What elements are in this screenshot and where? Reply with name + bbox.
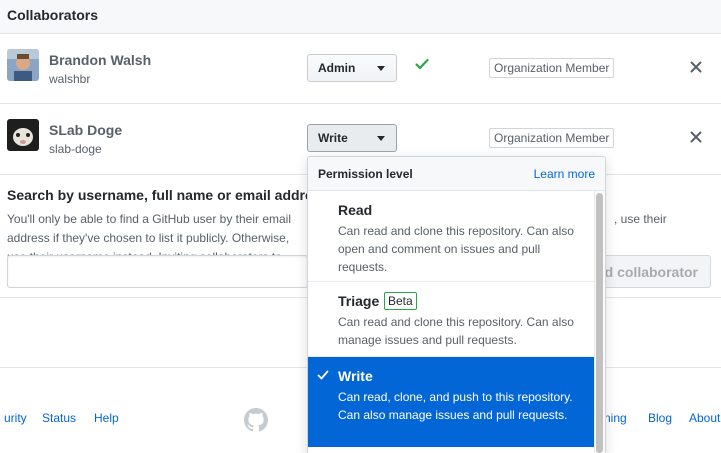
caret-down-icon (377, 66, 385, 71)
permission-select[interactable]: Write (307, 124, 397, 152)
menu-title: Permission level (318, 167, 413, 181)
remove-collaborator-icon[interactable] (689, 60, 703, 74)
permission-select[interactable]: Admin (307, 54, 397, 82)
option-title: Write (338, 368, 373, 384)
collaborator-search-input[interactable] (7, 255, 308, 288)
org-member-badge: Organization Member (489, 58, 615, 78)
caret-down-icon (377, 136, 385, 141)
remove-collaborator-icon[interactable] (689, 130, 703, 144)
permission-option-read[interactable]: Read Can read and clone this repository.… (308, 191, 594, 282)
footer-link-status[interactable]: Status (42, 411, 76, 425)
org-member-badge: Organization Member (489, 128, 615, 148)
avatar[interactable] (7, 119, 39, 151)
menu-scrollbar-thumb[interactable] (596, 193, 603, 453)
page-title: Collaborators (7, 7, 99, 23)
option-title: Read (338, 202, 373, 218)
footer-link-training[interactable]: ning (604, 411, 627, 425)
option-description: Can read and clone this repository. Can … (338, 224, 574, 274)
check-icon (415, 58, 429, 70)
collaborator-name[interactable]: Brandon Walsh (49, 52, 151, 68)
collaborator-login: slab-doge (49, 142, 102, 156)
option-description: Can read, clone, and push to this reposi… (338, 390, 573, 422)
permission-level-menu: Permission level Learn more Read Can rea… (307, 156, 606, 453)
avatar[interactable] (7, 49, 39, 81)
collaborator-row: Brandon Walsh walshbr Admin Organization… (0, 34, 721, 104)
footer-link-help[interactable]: Help (94, 411, 119, 425)
menu-header: Permission level Learn more (308, 157, 605, 191)
option-description: Can read and clone this repository. Can … (338, 315, 574, 347)
collaborators-header: Collaborators (0, 0, 721, 34)
beta-badge: Beta (384, 292, 417, 310)
footer-link-about[interactable]: About (689, 411, 720, 425)
github-logo-icon[interactable] (244, 408, 268, 432)
collaborator-name[interactable]: SLab Doge (49, 122, 122, 138)
selected-check-icon (317, 370, 329, 380)
search-note-tail: , use their (614, 212, 667, 226)
footer-link-security[interactable]: urity (4, 411, 27, 425)
permission-option-write[interactable]: Write Can read, clone, and push to this … (308, 357, 594, 447)
permission-option-triage[interactable]: Triage Beta Can read and clone this repo… (308, 282, 594, 357)
footer-link-blog[interactable]: Blog (648, 411, 672, 425)
permission-select-label: Admin (318, 61, 356, 75)
option-title: Triage (338, 293, 380, 309)
collaborator-login: walshbr (49, 72, 91, 86)
learn-more-link[interactable]: Learn more (534, 167, 595, 181)
search-heading: Search by username, full name or email a… (7, 187, 329, 203)
permission-select-label: Write (318, 131, 348, 145)
